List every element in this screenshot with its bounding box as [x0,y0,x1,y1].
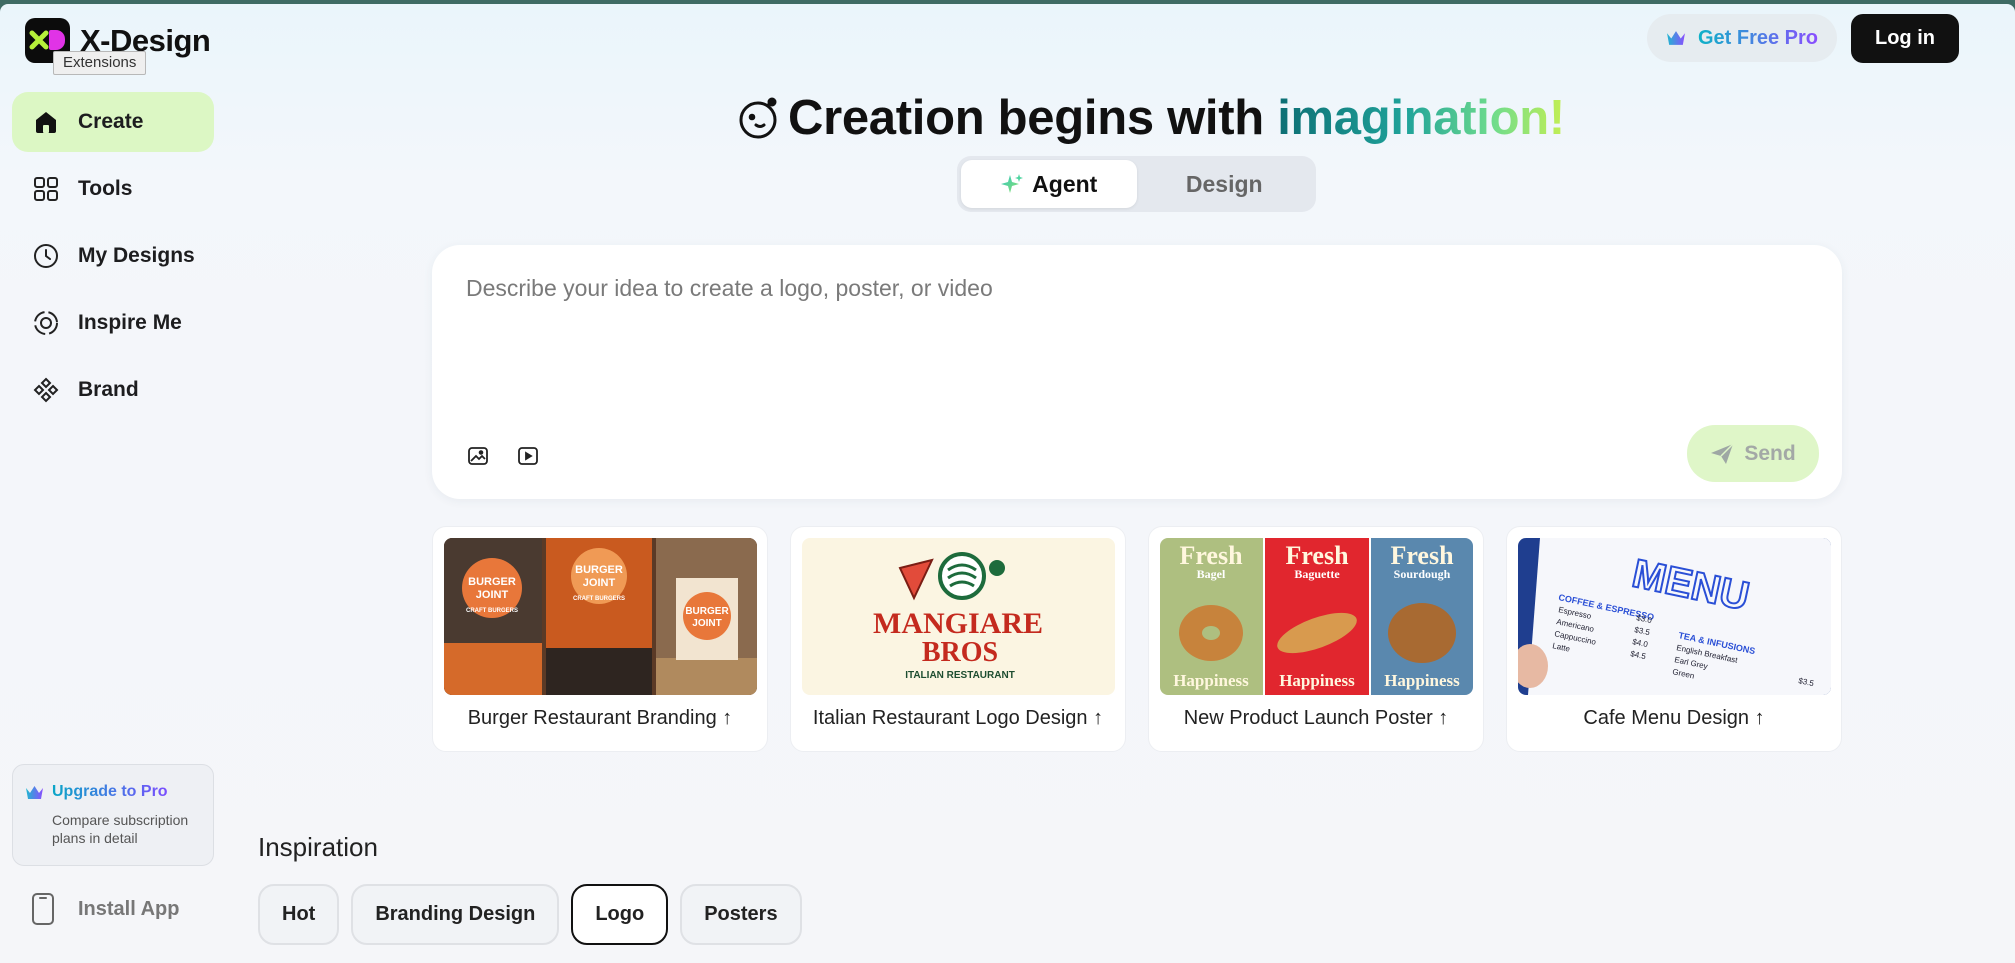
sidebar-item-label: Brand [78,378,139,401]
poster-thumb-text: Happiness [1173,671,1249,690]
poster-thumb-text: Happiness [1279,671,1355,690]
italian-thumb-text: BROS [922,637,998,668]
prompt-input[interactable] [466,275,1766,302]
sidebar-nav: Create Tools My Designs Inspire Me Brand [12,92,214,427]
sidebar-item-inspire-me[interactable]: Inspire Me [12,293,214,353]
burger-thumb-text: CRAFT BURGERS [466,608,518,614]
diamond-cluster-icon [33,377,59,403]
smiley-face-icon [739,97,777,139]
example-card-burger[interactable]: BURGER JOINT CRAFT BURGERS BURGER JOINT … [432,526,768,752]
example-card-label: Burger Restaurant Branding ↑ [467,707,733,729]
grid-icon [34,177,58,201]
cafe-menu-thumbnail: MENU COFFEE & ESPRESSO TEA & INFUSIONS E… [1518,538,1831,695]
target-icon [34,311,58,335]
poster-thumb-text: Happiness [1384,671,1460,690]
hero-title: Creation begins with [788,91,1278,145]
sidebar-item-label: Create [78,110,144,133]
upgrade-card[interactable]: Upgrade to Pro Compare subscription plan… [12,764,214,866]
burger-thumb-text: CRAFT BURGERS [573,596,625,602]
crown-icon [26,785,43,799]
italian-logo-thumbnail: MANGIARE BROS ITALIAN RESTAURANT [802,538,1115,695]
sparkle-icon [1001,174,1024,193]
italian-thumb-text: MANGIARE [873,607,1043,640]
burger-thumb-text: JOINT [692,618,721,629]
hero-heading: Creation begins with imagination! [738,90,1565,146]
sidebar-item-label: Tools [78,177,133,200]
poster-thumb-text: Bagel [1197,567,1226,581]
sidebar-item-label: Inspire Me [78,311,182,334]
send-label: Send [1744,441,1796,465]
upgrade-title: Upgrade to Pro [52,783,168,800]
crown-icon [1667,31,1685,45]
sidebar-item-brand[interactable]: Brand [12,360,214,420]
chip-branding-design[interactable]: Branding Design [351,884,560,945]
poster-thumb-text: Fresh [1179,541,1243,570]
extensions-tooltip: Extensions [53,51,147,75]
poster-thumb-text: Sourdough [1394,567,1451,581]
example-card-label: New Product Launch Poster ↑ [1183,707,1449,729]
burger-thumb-text: BURGER [468,576,516,588]
login-button[interactable]: Log in [1851,14,1959,63]
mode-toggle: Agent Design [957,156,1316,212]
chip-hot[interactable]: Hot [258,884,340,945]
tab-agent-label: Agent [1032,170,1098,197]
burger-thumb-text: BURGER [575,564,623,576]
image-upload-icon[interactable] [466,444,490,468]
chip-posters[interactable]: Posters [680,884,802,945]
chip-logo[interactable]: Logo [571,884,669,945]
example-card-italian[interactable]: MANGIARE BROS ITALIAN RESTAURANT Italian… [790,526,1126,752]
product-poster-thumbnail: Fresh Bagel Fresh Baguette Fresh Sourdou… [1160,538,1473,695]
sidebar-item-my-designs[interactable]: My Designs [12,226,214,286]
burger-thumb-text: JOINT [476,589,509,601]
video-upload-icon[interactable] [516,444,540,468]
burger-branding-thumbnail: BURGER JOINT CRAFT BURGERS BURGER JOINT … [444,538,757,695]
prompt-box: Send [432,245,1842,499]
install-app-label: Install App [78,897,180,920]
sidebar-item-label: My Designs [78,244,195,267]
tab-design-label: Design [1185,170,1263,197]
install-app-button[interactable]: Install App [30,892,179,926]
poster-thumb-text: Fresh [1390,541,1454,570]
inspiration-filter-chips: Hot Branding Design Logo Posters [258,884,802,945]
example-card-menu[interactable]: MENU COFFEE & ESPRESSO TEA & INFUSIONS E… [1506,526,1842,752]
phone-icon [32,893,54,925]
hero-title-accent: imagination! [1277,91,1565,145]
tab-agent[interactable]: Agent [961,160,1137,208]
clock-icon [34,244,58,268]
example-card-label: Cafe Menu Design ↑ [1583,707,1765,729]
example-card-poster[interactable]: Fresh Bagel Fresh Baguette Fresh Sourdou… [1148,526,1484,752]
sidebar-item-create[interactable]: Create [12,92,214,152]
app-window: X-Design Extensions Create Tools My Desi… [0,4,2015,963]
get-free-pro-button[interactable]: Get Free Pro [1647,14,1837,62]
home-icon [36,112,56,133]
burger-thumb-text: JOINT [583,577,616,589]
sidebar-item-tools[interactable]: Tools [12,159,214,219]
paper-plane-icon [1711,442,1734,464]
upgrade-description: Compare subscription plans in detail [52,812,189,846]
burger-thumb-text: BURGER [685,606,729,617]
get-free-pro-label: Get Free Pro [1697,26,1819,49]
example-card-label: Italian Restaurant Logo Design ↑ [812,707,1104,729]
italian-thumb-text: ITALIAN RESTAURANT [905,670,1015,681]
poster-thumb-text: Fresh [1285,541,1349,570]
send-button[interactable]: Send [1687,425,1819,482]
tab-design[interactable]: Design [1137,160,1313,208]
poster-thumb-text: Baguette [1294,567,1340,581]
inspiration-title: Inspiration [258,832,378,862]
